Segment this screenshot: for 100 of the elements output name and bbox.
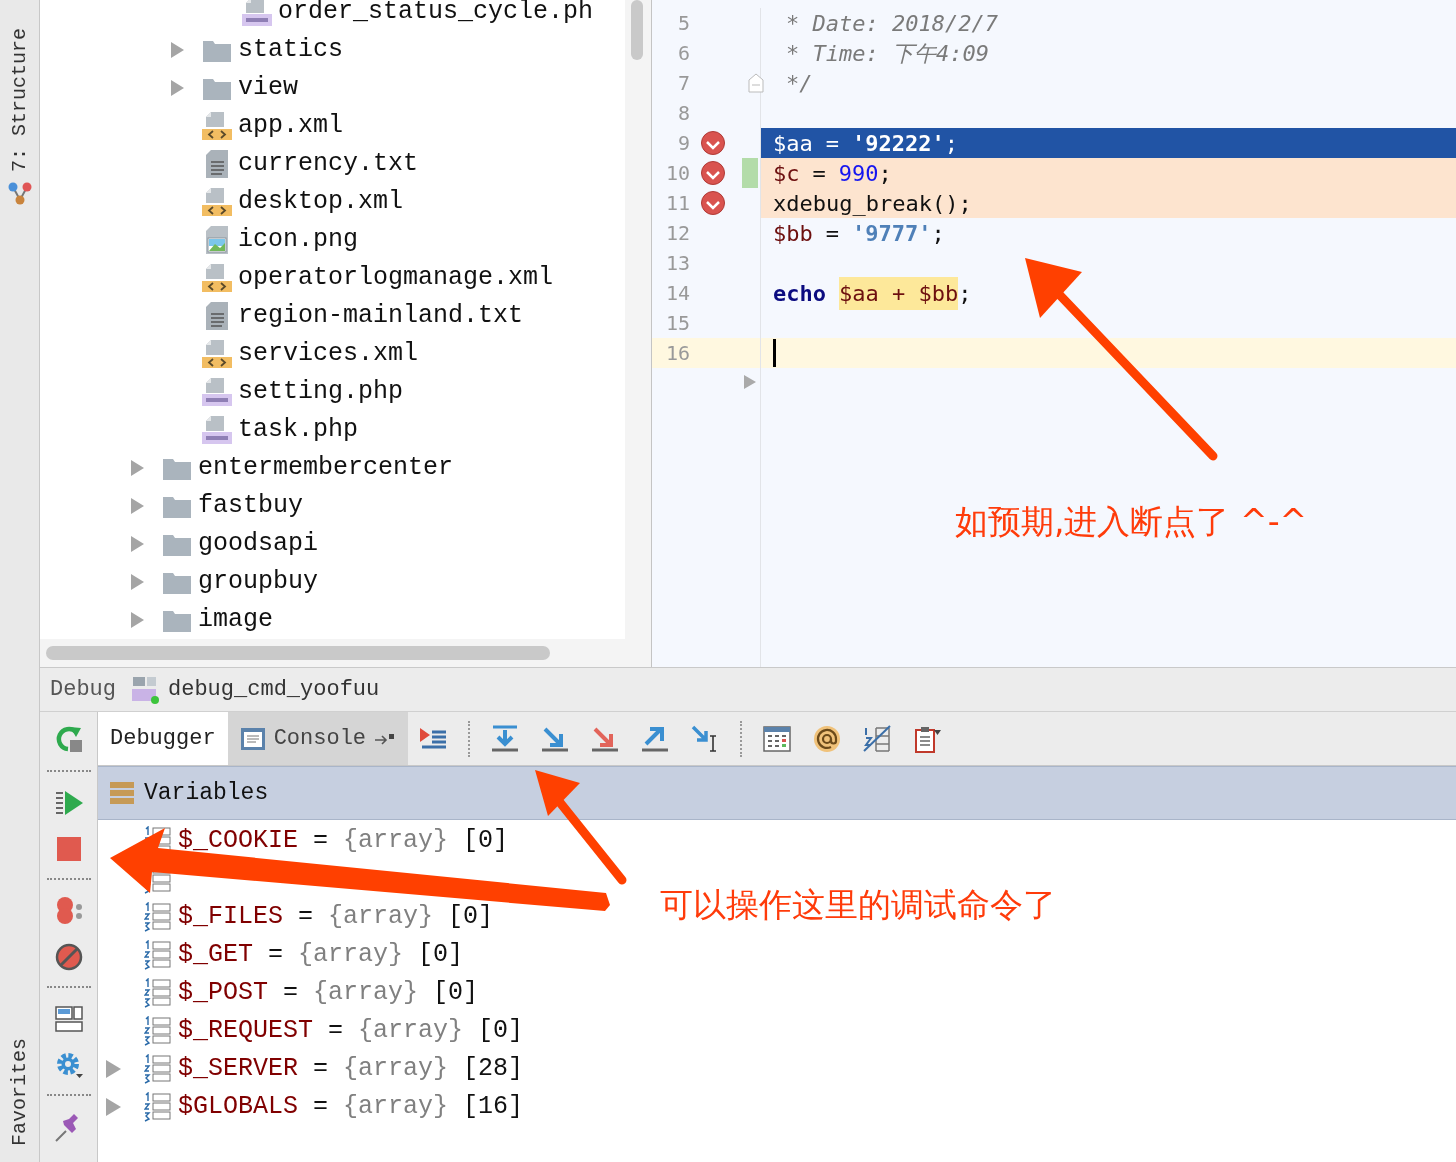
breakpoint-icon[interactable] — [700, 160, 726, 186]
variable-type: {array} — [328, 901, 434, 934]
code-string: '92222' — [852, 129, 945, 158]
collapsed-arrow-icon[interactable] — [128, 611, 146, 629]
code-operator: = — [825, 129, 839, 158]
php-file-icon — [202, 377, 232, 407]
variable-type: {array} — [343, 1091, 449, 1124]
file-name[interactable]: region-mainland.txt — [238, 297, 524, 335]
calculator-icon[interactable] — [762, 723, 793, 754]
at-sign-icon[interactable] — [812, 723, 843, 754]
file-name[interactable]: setting.php — [238, 373, 404, 411]
line-number: 5 — [676, 10, 690, 37]
collapsed-arrow-icon[interactable] — [104, 1097, 122, 1117]
file-name[interactable]: services.xml — [238, 335, 419, 373]
scrollbar-thumb[interactable] — [631, 0, 643, 60]
step-over-icon[interactable] — [490, 723, 521, 754]
xml-file-icon — [202, 263, 232, 293]
variable-name: $_GET — [178, 939, 253, 972]
code-text: ; — [944, 129, 958, 158]
tool-window-tab[interactable]: 7: Structure — [4, 28, 35, 173]
equals-sign: = — [328, 1015, 344, 1048]
code-text: xdebug_break(); — [773, 189, 972, 218]
folder-name[interactable]: statics — [238, 31, 344, 69]
php-file-icon — [242, 0, 272, 27]
tool-window-tab[interactable]: Favorites — [4, 1037, 35, 1146]
layout-icon[interactable] — [53, 1004, 84, 1034]
php-file-icon — [202, 415, 232, 445]
file-name[interactable]: currency.txt — [238, 145, 419, 183]
fold-arrow-icon[interactable] — [742, 374, 758, 390]
equals-sign: = — [313, 1091, 329, 1124]
file-name[interactable]: app.xml — [238, 107, 344, 145]
code-operator: = — [812, 159, 826, 188]
variable-count: [0] — [478, 1015, 524, 1048]
code-text: ; — [931, 219, 945, 248]
variable-type: {array} — [298, 939, 404, 972]
variable-count: [0] — [463, 825, 509, 858]
code-variable: $c — [773, 159, 800, 188]
line-number: 8 — [676, 100, 690, 127]
line-number: 9 — [676, 130, 690, 157]
variable-name: $_FILES — [178, 901, 284, 934]
panel-tab[interactable]: Console — [227, 712, 409, 765]
collapsed-arrow-icon[interactable] — [128, 573, 146, 591]
mute-breakpoints-icon[interactable] — [53, 942, 84, 972]
folder-name[interactable]: groupbuy — [198, 563, 319, 601]
folder-name[interactable]: view — [238, 69, 298, 107]
variable-name: $_COOKIE — [178, 825, 299, 858]
collapsed-arrow-icon[interactable] — [168, 79, 186, 97]
line-number: 16 — [664, 340, 690, 367]
array-icon — [144, 1054, 172, 1084]
file-name[interactable]: operatorlogmanage.xml — [238, 259, 554, 297]
folder-name[interactable]: image — [198, 601, 273, 639]
variable-type: {array} — [343, 1053, 449, 1086]
line-number: 7 — [676, 70, 690, 97]
text-cursor — [773, 339, 776, 367]
folder-name[interactable]: entermembercenter — [198, 449, 454, 487]
scrollbar-thumb[interactable] — [46, 646, 550, 660]
line-number: 14 — [664, 280, 690, 307]
folder-name[interactable]: goodsapi — [198, 525, 319, 563]
variable-count: [0] — [433, 977, 479, 1010]
file-name[interactable]: icon.png — [238, 221, 359, 259]
fold-marker-icon[interactable] — [748, 73, 764, 93]
equals-sign: = — [268, 939, 284, 972]
equals-sign: = — [313, 825, 329, 858]
variable-count: [28] — [463, 1053, 524, 1086]
line-number: 11 — [664, 190, 690, 217]
xml-file-icon — [202, 187, 232, 217]
list-icon — [110, 781, 134, 805]
frames-icon[interactable] — [862, 723, 893, 754]
variable-name: $_POST — [178, 977, 268, 1010]
code-keyword: echo — [773, 279, 826, 308]
code-string: '9777' — [852, 219, 932, 248]
console-icon — [239, 726, 266, 751]
folder-name[interactable]: fastbuy — [198, 487, 304, 525]
code-comment: * Time: 下午4:09 — [786, 39, 989, 68]
structure-icon — [6, 180, 33, 207]
line-number: 12 — [664, 220, 690, 247]
collapsed-arrow-icon[interactable] — [168, 41, 186, 59]
file-name[interactable]: task.php — [238, 411, 359, 449]
code-comment: */ — [786, 69, 813, 98]
collapsed-arrow-icon[interactable] — [104, 1059, 122, 1079]
code-number: 990 — [838, 159, 879, 188]
collapsed-arrow-icon[interactable] — [128, 459, 146, 477]
xml-file-icon — [202, 111, 232, 141]
variable-count: [16] — [463, 1091, 524, 1124]
xml-file-icon — [202, 339, 232, 369]
resume-icon[interactable] — [53, 788, 84, 818]
section-title: Variables — [144, 778, 269, 808]
php-script-icon — [130, 674, 160, 705]
collapsed-arrow-icon[interactable] — [128, 497, 146, 515]
code-comment: * Date: 2018/2/7 — [786, 9, 998, 38]
panel-tab[interactable]: Debugger — [98, 712, 228, 765]
code-text: ; — [878, 159, 892, 188]
variable-type: {array} — [343, 825, 449, 858]
code-operator: = — [825, 219, 839, 248]
breakpoint-icon[interactable] — [700, 190, 726, 216]
breakpoint-icon[interactable] — [700, 130, 726, 156]
equals-sign: = — [283, 977, 299, 1010]
file-name[interactable]: desktop.xml — [238, 183, 404, 221]
collapsed-arrow-icon[interactable] — [128, 535, 146, 553]
file-name[interactable]: order_status_cycle.ph — [278, 0, 594, 31]
